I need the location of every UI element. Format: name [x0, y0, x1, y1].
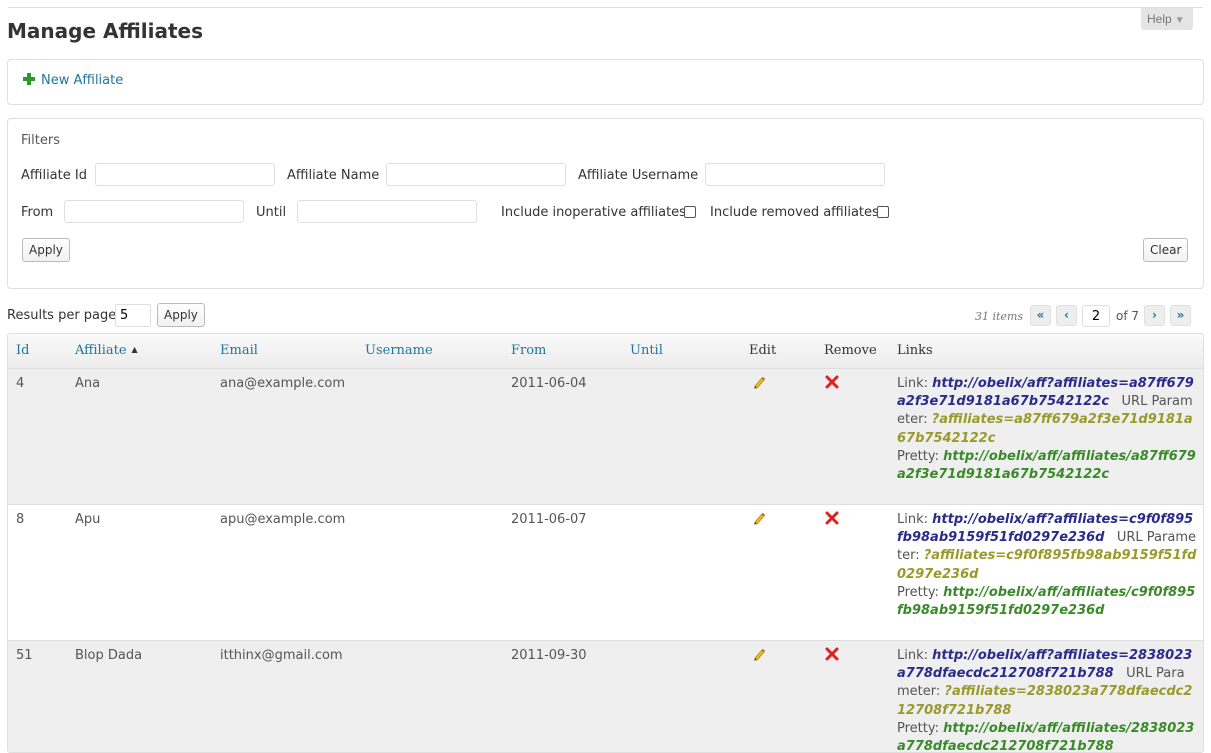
affiliate-id-label: Affiliate Id — [21, 168, 87, 183]
cell-links: Link: http://obelix/aff?affiliates=c9f0f… — [897, 511, 1197, 620]
current-page-input[interactable] — [1082, 305, 1110, 327]
help-label: Help — [1147, 12, 1172, 26]
column-header-remove: Remove — [824, 343, 877, 358]
url-parameter-value: ?affiliates=a87ff679a2f3e71d9181a67b7542… — [897, 412, 1193, 446]
remove-x-icon[interactable] — [825, 511, 839, 525]
link-label: Link: — [897, 648, 929, 663]
column-header-from[interactable]: From — [511, 343, 546, 358]
plus-icon — [23, 73, 35, 85]
cell-from: 2011-06-07 — [511, 512, 587, 527]
table-header: Id Affiliate ▲ Email Username From Until … — [8, 334, 1203, 369]
affiliates-table: Id Affiliate ▲ Email Username From Until … — [7, 333, 1204, 753]
new-affiliate-link[interactable]: New Affiliate — [23, 73, 123, 88]
include-inoperative-checkbox[interactable] — [684, 206, 696, 218]
help-tab[interactable]: Help ▼ — [1141, 8, 1193, 30]
affiliate-username-input[interactable] — [705, 163, 885, 186]
results-per-page-label: Results per page — [7, 308, 117, 323]
affiliate-name-label: Affiliate Name — [287, 168, 380, 183]
items-count: 31 items — [975, 310, 1024, 323]
table-row: 8 Apu apu@example.com 2011-06-07 Link: h… — [8, 505, 1203, 641]
cell-email: apu@example.com — [220, 512, 346, 527]
from-date-input[interactable] — [64, 200, 244, 223]
page-total: of 7 — [1116, 309, 1140, 323]
table-row: 51 Blop Dada itthinx@gmail.com 2011-09-3… — [8, 641, 1203, 752]
column-header-until[interactable]: Until — [630, 343, 663, 358]
prev-page-button[interactable]: ‹ — [1056, 305, 1077, 326]
column-header-id[interactable]: Id — [16, 343, 29, 358]
affiliate-id-input[interactable] — [95, 163, 275, 186]
filters-clear-button[interactable]: Clear — [1143, 238, 1189, 262]
until-label: Until — [256, 205, 287, 220]
cell-email: itthinx@gmail.com — [220, 648, 343, 663]
caret-down-icon: ▼ — [1174, 15, 1185, 26]
cell-id: 8 — [16, 512, 25, 527]
column-header-email[interactable]: Email — [220, 343, 258, 358]
column-header-username[interactable]: Username — [365, 343, 433, 358]
column-header-links: Links — [897, 343, 933, 358]
edit-pencil-icon[interactable] — [752, 511, 766, 525]
from-label: From — [21, 205, 54, 220]
link-label: Link: — [897, 512, 929, 527]
cell-affiliate: Blop Dada — [75, 648, 143, 663]
column-header-affiliate[interactable]: Affiliate ▲ — [75, 343, 138, 358]
cell-links: Link: http://obelix/aff?affiliates=28380… — [897, 647, 1197, 752]
edit-pencil-icon[interactable] — [752, 375, 766, 389]
new-affiliate-panel: New Affiliate — [7, 59, 1204, 105]
include-removed-checkbox[interactable] — [877, 206, 889, 218]
filters-panel: Filters Affiliate Id Affiliate Name Affi… — [7, 118, 1204, 289]
remove-x-icon[interactable] — [825, 647, 839, 661]
column-header-affiliate-label: Affiliate — [75, 343, 127, 358]
url-parameter-value: ?affiliates=c9f0f895fb98ab9159f51fd0297e… — [897, 548, 1197, 582]
new-affiliate-label: New Affiliate — [41, 73, 124, 88]
next-page-button[interactable]: › — [1144, 305, 1165, 326]
cell-from: 2011-09-30 — [511, 648, 587, 663]
cell-email: ana@example.com — [220, 376, 346, 391]
pretty-link[interactable]: http://obelix/aff/affiliates/2838023a778… — [897, 721, 1194, 752]
url-parameter-value: ?affiliates=2838023a778dfaecdc212708f721… — [897, 684, 1193, 718]
cell-id: 51 — [16, 648, 33, 663]
sort-ascending-icon: ▲ — [131, 345, 138, 354]
pretty-link[interactable]: http://obelix/aff/affiliates/c9f0f895fb9… — [897, 585, 1195, 618]
results-per-page-input[interactable] — [115, 304, 151, 327]
affiliate-username-label: Affiliate Username — [578, 168, 699, 183]
cell-from: 2011-06-04 — [511, 376, 587, 391]
include-inoperative-label: Include inoperative affiliates — [501, 205, 686, 220]
include-removed-label: Include removed affiliates — [710, 205, 879, 220]
filters-title: Filters — [21, 133, 60, 148]
page-title: Manage Affiliates — [7, 19, 203, 43]
cell-links: Link: http://obelix/aff?affiliates=a87ff… — [897, 375, 1197, 484]
remove-x-icon[interactable] — [825, 375, 839, 389]
filters-apply-button[interactable]: Apply — [22, 238, 70, 262]
top-divider — [8, 7, 1203, 8]
pretty-label: Pretty: — [897, 584, 939, 600]
cell-affiliate: Ana — [75, 376, 101, 391]
until-date-input[interactable] — [297, 200, 477, 223]
results-apply-button[interactable]: Apply — [157, 303, 205, 327]
pretty-label: Pretty: — [897, 448, 939, 464]
edit-pencil-icon[interactable] — [752, 647, 766, 661]
cell-id: 4 — [16, 376, 25, 391]
link-label: Link: — [897, 376, 929, 391]
affiliate-name-input[interactable] — [386, 163, 566, 186]
table-row: 4 Ana ana@example.com 2011-06-04 Link: h… — [8, 369, 1203, 505]
last-page-button[interactable]: » — [1170, 305, 1191, 326]
pretty-label: Pretty: — [897, 720, 939, 736]
pretty-link[interactable]: http://obelix/aff/affiliates/a87ff679a2f… — [897, 449, 1196, 482]
column-header-edit: Edit — [749, 343, 777, 358]
first-page-button[interactable]: « — [1030, 305, 1051, 326]
cell-affiliate: Apu — [75, 512, 101, 527]
